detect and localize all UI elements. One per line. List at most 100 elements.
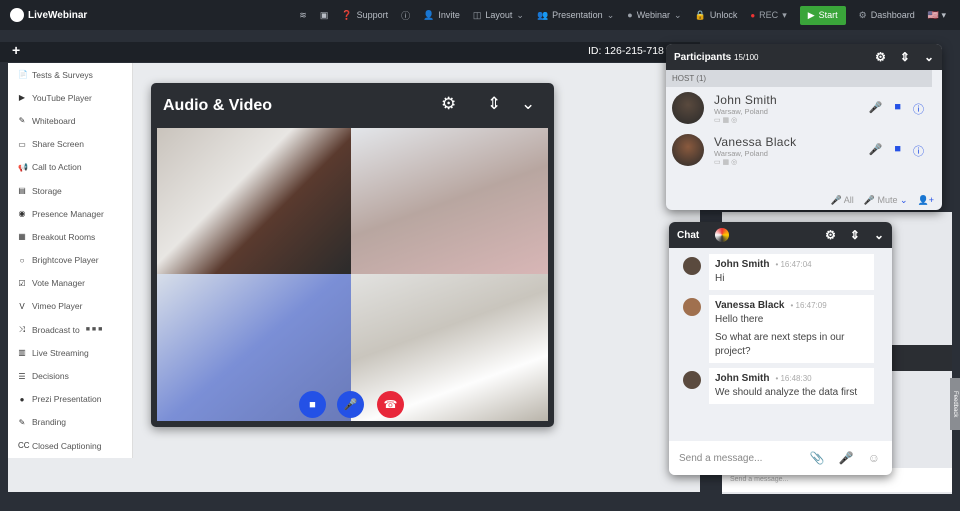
participant-row[interactable]: Vanessa Black Warsaw, Poland ▭ ▦ ◎ 🎤 ■ ⓘ: [666, 129, 942, 171]
sidebar-item-icon: ⤨: [18, 324, 26, 334]
support-link[interactable]: ❓ Support: [341, 10, 388, 21]
info-icon[interactable]: ⓘ: [913, 143, 924, 159]
all-label: All: [843, 195, 854, 205]
message-text: Hello there: [715, 314, 764, 325]
info-icon[interactable]: ⓘ: [401, 9, 410, 22]
move-icon[interactable]: ⇕: [900, 50, 910, 64]
mute-button[interactable]: 🎤 Mute ⌄: [864, 195, 908, 206]
unlock-button[interactable]: 🔒 Unlock: [695, 10, 738, 21]
sidebar-item[interactable]: ✎ Whiteboard: [8, 109, 132, 132]
device-icons: ▭ ▦ ◎: [714, 116, 738, 124]
sidebar-item-label: Closed Captioning: [32, 440, 102, 451]
sidebar-item-label: Call to Action: [32, 162, 82, 173]
users-icon: 👥: [536, 9, 549, 20]
message-author: John Smith: [715, 259, 770, 270]
avatar: [683, 298, 701, 316]
sidebar-item-icon: 📢: [18, 162, 28, 172]
sidebar-item[interactable]: ☑ Vote Manager: [8, 272, 132, 295]
sidebar-item-label: Brightcove Player: [32, 255, 99, 266]
chevron-down-icon[interactable]: ⌄: [924, 50, 934, 64]
logo-icon: [10, 8, 24, 22]
sidebar-item[interactable]: ● Prezi Presentation: [8, 388, 132, 411]
presentation-menu[interactable]: 👥 Presentation ⌄: [537, 10, 614, 21]
sidebar-item[interactable]: ☰ Decisions: [8, 364, 132, 387]
feedback-tab[interactable]: Feedback: [950, 378, 960, 430]
sidebar-item[interactable]: ▤ Storage: [8, 179, 132, 202]
gear-icon[interactable]: ⚙: [875, 50, 886, 64]
add-participant-icon[interactable]: 👤+: [918, 195, 934, 206]
avatar: [672, 134, 704, 166]
sidebar-item[interactable]: ⤨ Broadcast to ■ ■ ■: [8, 318, 132, 341]
sidebar-item[interactable]: V Vimeo Player: [8, 295, 132, 318]
sidebar-item-label: YouTube Player: [32, 92, 92, 103]
chevron-down-icon[interactable]: ⌄: [521, 94, 535, 114]
sidebar-item[interactable]: ▦ Breakout Rooms: [8, 225, 132, 248]
sidebar-item-label: Tests & Surveys: [32, 69, 93, 80]
sidebar-item-label: Decisions: [32, 371, 69, 382]
info-icon[interactable]: ⓘ: [913, 101, 924, 117]
layout-icon: ◫: [472, 9, 482, 20]
flag-icon: [715, 228, 730, 242]
sidebar-item[interactable]: ◉ Presence Manager: [8, 202, 132, 225]
move-icon[interactable]: ⇕: [487, 94, 501, 114]
move-icon[interactable]: ⇕: [850, 228, 860, 242]
chat-message: John Smith • 16:47:04 Hi: [683, 254, 878, 290]
sidebar-item[interactable]: 📄 Tests & Surveys: [8, 63, 132, 86]
chevron-down-icon[interactable]: ⌄: [874, 228, 884, 242]
lock-icon: 🔒: [694, 9, 706, 20]
add-icon[interactable]: +: [12, 42, 20, 58]
sidebar-item[interactable]: CC Closed Captioning: [8, 434, 132, 457]
camera-icon[interactable]: ■: [894, 101, 901, 117]
mute-label: Mute: [877, 195, 898, 205]
sidebar-item[interactable]: 📢 Call to Action: [8, 156, 132, 179]
video-tile[interactable]: [157, 128, 351, 274]
webinar-label: Webinar: [636, 10, 671, 20]
mic-icon[interactable]: 🎤: [869, 101, 883, 117]
chat-message: Vanessa Black • 16:47:09 Hello there So wha…: [683, 295, 878, 363]
sidebar-item-label: Vimeo Player: [32, 301, 83, 312]
cc-icon[interactable]: ▣: [320, 10, 329, 21]
camera-icon[interactable]: ■: [894, 143, 901, 159]
gear-icon[interactable]: ⚙: [441, 94, 456, 114]
support-label: Support: [356, 10, 389, 20]
sidebar-item[interactable]: ○ Brightcove Player: [8, 249, 132, 272]
rec-button[interactable]: ● REC ▾: [750, 10, 786, 21]
invite-button[interactable]: 👤 Invite: [423, 10, 460, 21]
logo[interactable]: LiveWebinar: [10, 8, 87, 22]
start-button[interactable]: ▶ Start: [799, 5, 846, 25]
participant-row[interactable]: John Smith Warsaw, Poland ▭ ▦ ◎ 🎤 ■ ⓘ: [666, 87, 942, 129]
layout-menu[interactable]: ◫ Layout ⌄: [473, 10, 524, 21]
dashboard-link[interactable]: ⚙ Dashboard: [859, 10, 915, 21]
sidebar-item[interactable]: ▭ Share Screen: [8, 133, 132, 156]
webinar-menu[interactable]: ● Webinar ⌄: [627, 10, 681, 21]
mic-icon[interactable]: 🎤: [839, 451, 854, 465]
message-text: We should analyze the data first: [715, 387, 858, 398]
sidebar-item-label: Whiteboard: [32, 115, 76, 126]
camera-button[interactable]: ■: [299, 391, 326, 418]
gear-icon[interactable]: ⚙: [825, 228, 836, 242]
emoji-icon[interactable]: ☺: [868, 451, 880, 465]
sidebar-item[interactable]: ✎ Branding: [8, 411, 132, 434]
avatar: [683, 257, 701, 275]
video-tile[interactable]: [351, 128, 548, 274]
mic-icon[interactable]: 🎤: [869, 143, 883, 159]
chat-placeholder: Send a message...: [679, 452, 763, 464]
panel-title: Chat: [677, 229, 700, 241]
user-add-icon: 👤: [423, 9, 435, 20]
end-call-button[interactable]: ☎: [377, 391, 404, 418]
play-icon: ▶: [807, 9, 815, 20]
participant-count: 15/100: [734, 52, 759, 62]
chat-input[interactable]: Send a message... 📎 🎤 ☺: [669, 441, 892, 475]
mic-button[interactable]: 🎤: [337, 391, 364, 418]
dashboard-label: Dashboard: [870, 10, 915, 20]
language-flag-icon[interactable]: 🇺🇸 ▾: [928, 10, 946, 21]
sidebar-item[interactable]: ▥ Live Streaming: [8, 341, 132, 364]
attach-icon[interactable]: 📎: [810, 451, 825, 465]
sidebar-item-icon: 📄: [18, 70, 28, 80]
panel-title: Participants: [674, 51, 732, 63]
sidebar-item[interactable]: ▶ YouTube Player: [8, 86, 132, 109]
sidebar-item-icon: ✎: [18, 417, 26, 427]
mic-all-button[interactable]: 🎤 All: [831, 195, 854, 206]
sidebar-item-icon: ▥: [18, 348, 26, 358]
sidebar-item-label: Broadcast to: [32, 324, 80, 335]
